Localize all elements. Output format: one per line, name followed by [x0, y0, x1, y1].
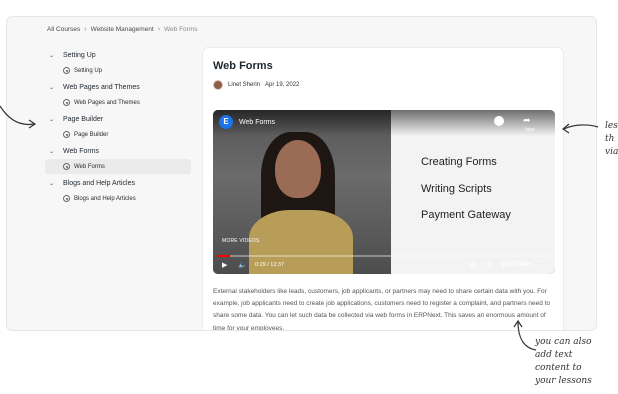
- sidebar-section-label: Blogs and Help Articles: [63, 179, 135, 187]
- sidebar-section-page-builder[interactable]: ⌄ Page Builder: [45, 111, 191, 127]
- sidebar-lesson-label: Setting Up: [74, 67, 103, 74]
- author-avatar[interactable]: [213, 80, 223, 90]
- sidebar-lesson-setting-up[interactable]: Setting Up: [45, 63, 191, 78]
- annotation-line: add text: [535, 350, 573, 360]
- more-videos-label[interactable]: MORE VIDEOS: [222, 238, 259, 244]
- lesson-icon: [63, 163, 70, 170]
- slide-text: Creating Forms Writing Scripts Payment G…: [421, 156, 511, 236]
- sidebar-lesson-web-forms[interactable]: Web Forms: [45, 159, 191, 174]
- sidebar-section-setting-up[interactable]: ⌄ Setting Up: [45, 47, 191, 63]
- breadcrumb: All Courses › Website Management › Web F…: [47, 26, 198, 33]
- video-player[interactable]: E Web Forms ➦ hare Creating Forms Writin…: [213, 110, 555, 274]
- right-arrow-icon: [561, 123, 599, 134]
- sidebar-section-label: Web Pages and Themes: [63, 83, 140, 91]
- annotation-bottom: you can also add text content to your le…: [535, 336, 592, 388]
- sidebar-lesson-label: Page Builder: [74, 131, 109, 138]
- sidebar-lesson-blogs-and-help-articles[interactable]: Blogs and Help Articles: [45, 191, 191, 206]
- sidebar-section-web-forms[interactable]: ⌄ Web Forms: [45, 143, 191, 159]
- lesson-icon: [63, 195, 70, 202]
- sidebar-lesson-web-pages-and-themes[interactable]: Web Pages and Themes: [45, 95, 191, 110]
- share-label[interactable]: hare: [525, 127, 535, 133]
- lesson-icon: [63, 99, 70, 106]
- fullscreen-icon[interactable]: ⛶: [532, 261, 537, 269]
- lesson-meta: Linet Sherin Apr 19, 2022: [213, 80, 299, 90]
- video-time: 0:29 / 12:37: [255, 262, 285, 268]
- lesson-icon: [63, 131, 70, 138]
- lesson-body-text: External stakeholders like leads, custom…: [213, 288, 551, 331]
- sidebar-lesson-label: Web Pages and Themes: [74, 99, 140, 106]
- share-icon[interactable]: ➦: [523, 115, 531, 126]
- sidebar-section-label: Page Builder: [63, 115, 104, 123]
- presenter-face: [275, 140, 321, 198]
- sidebar-lesson-page-builder[interactable]: Page Builder: [45, 127, 191, 142]
- annotation-line: content to: [535, 363, 582, 373]
- chevron-down-icon: ⌄: [49, 180, 55, 187]
- chevron-down-icon: ⌄: [49, 116, 55, 123]
- sidebar-section-blogs-and-help-articles[interactable]: ⌄ Blogs and Help Articles: [45, 175, 191, 191]
- video-progress-bar[interactable]: [217, 255, 551, 257]
- sidebar-section-label: Web Forms: [63, 147, 100, 155]
- video-controls: ▶ 🔈 0:29 / 12:37 ▤ ⚙ YouTube ⛶: [213, 259, 555, 274]
- captions-icon[interactable]: ▤: [470, 261, 477, 269]
- sidebar-lesson-label: Web Forms: [74, 163, 105, 170]
- channel-logo[interactable]: E: [219, 115, 233, 129]
- left-arrow-icon: [0, 105, 37, 129]
- annotation-right: les th via: [605, 120, 618, 159]
- chevron-down-icon: ⌄: [49, 52, 55, 59]
- sidebar-section-label: Setting Up: [63, 51, 96, 59]
- author-name[interactable]: Linet Sherin: [228, 82, 260, 88]
- annotation-line: you can also: [535, 337, 592, 347]
- settings-icon[interactable]: ⚙: [486, 261, 492, 269]
- sidebar-section-web-pages-and-themes[interactable]: ⌄ Web Pages and Themes: [45, 79, 191, 95]
- video-progress-fill: [217, 255, 230, 257]
- breadcrumb-all-courses[interactable]: All Courses: [47, 26, 80, 33]
- slide-line: Payment Gateway: [421, 209, 511, 221]
- breadcrumb-separator: ›: [84, 26, 87, 33]
- chevron-down-icon: ⌄: [49, 84, 55, 91]
- course-outline-sidebar: ⌄ Setting Up Setting Up ⌄ Web Pages and …: [45, 47, 191, 207]
- play-icon[interactable]: ▶: [222, 261, 227, 269]
- breadcrumb-separator: ›: [157, 26, 161, 33]
- youtube-logo[interactable]: YouTube: [501, 261, 530, 268]
- app-window: All Courses › Website Management › Web F…: [6, 16, 597, 331]
- annotation-line: via: [605, 147, 618, 157]
- watch-later-icon[interactable]: [494, 116, 504, 126]
- slide-line: Writing Scripts: [421, 182, 492, 195]
- lesson-icon: [63, 67, 70, 74]
- sidebar-lesson-label: Blogs and Help Articles: [74, 195, 136, 202]
- chevron-down-icon: ⌄: [49, 148, 55, 155]
- annotation-line: th: [605, 134, 615, 144]
- video-title[interactable]: Web Forms: [239, 119, 275, 126]
- slide-line: Creating Forms: [421, 156, 497, 168]
- lesson-content: Web Forms Linet Sherin Apr 19, 2022 E We…: [202, 47, 564, 331]
- lesson-title: Web Forms: [213, 60, 273, 72]
- volume-icon[interactable]: 🔈: [238, 261, 247, 269]
- breadcrumb-website-management[interactable]: Website Management: [91, 26, 154, 33]
- lesson-date: Apr 19, 2022: [265, 82, 300, 88]
- annotation-line: les: [605, 121, 618, 131]
- breadcrumb-current: Web Forms: [164, 26, 198, 33]
- annotation-line: your lessons: [535, 376, 592, 386]
